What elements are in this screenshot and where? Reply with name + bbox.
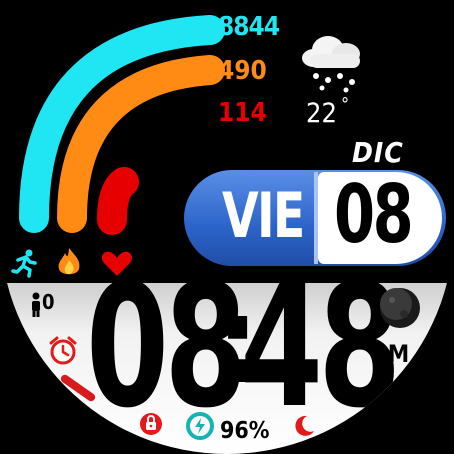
steps-value: 8844 <box>218 12 280 42</box>
moon-phase-icon <box>380 288 420 328</box>
flame-icon <box>58 248 80 275</box>
night-moon-icon <box>295 415 314 436</box>
alarm-icon[interactable] <box>48 335 78 365</box>
weather-cloud-snow-icon <box>302 36 360 93</box>
floors-value: 0 <box>42 290 55 314</box>
person-icon <box>32 292 40 317</box>
lock-icon[interactable] <box>138 410 164 436</box>
watch-face: 8844 490 114 22 ° DIC VIE 08 08 : 48 AM <box>0 0 454 454</box>
temperature-value: 22 <box>306 98 337 129</box>
day-value: 08 <box>334 168 414 261</box>
degree-symbol: ° <box>341 94 350 115</box>
calories-value: 490 <box>218 56 267 86</box>
heart-arc <box>97 167 139 235</box>
month-label: DIC <box>352 136 404 169</box>
weekday-label: VIE <box>222 179 305 252</box>
heart-rate-value: 114 <box>218 98 267 128</box>
battery-percent: 96% <box>220 418 270 444</box>
ampm-label: AM <box>372 340 409 368</box>
battery-icon <box>186 412 214 440</box>
running-icon <box>11 249 37 278</box>
